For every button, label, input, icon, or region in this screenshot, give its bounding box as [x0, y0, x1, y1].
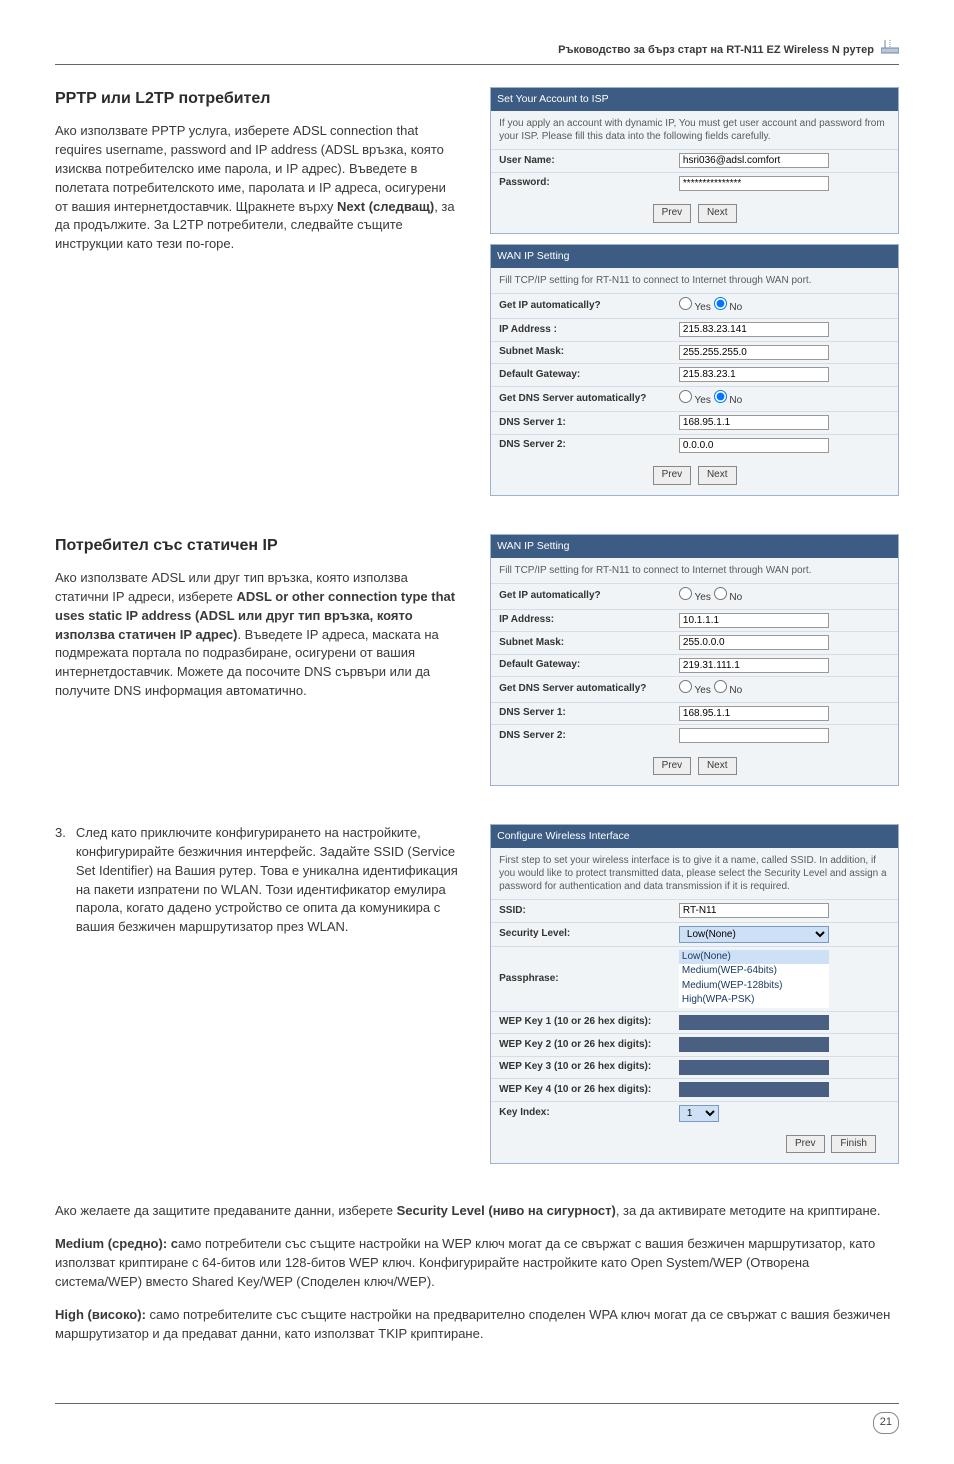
wan1-getip-no[interactable] — [714, 297, 727, 310]
wifi-ki-label: Key Index: — [499, 1106, 679, 1121]
wan2-gw-input[interactable] — [679, 658, 829, 673]
wan2-ip-input[interactable] — [679, 613, 829, 628]
router-icon — [881, 40, 899, 60]
wan2-dns1-label: DNS Server 1: — [499, 706, 679, 721]
wan1-dns1-input[interactable] — [679, 415, 829, 430]
wifi-w2-input[interactable] — [679, 1037, 829, 1052]
wan2-dns2-label: DNS Server 2: — [499, 729, 679, 744]
wan2-ip-label: IP Address: — [499, 613, 679, 628]
wifi-w1-input[interactable] — [679, 1015, 829, 1030]
wifi-desc: First step to set your wireless interfac… — [491, 848, 898, 899]
wifi-ki-select[interactable]: 1 — [679, 1105, 719, 1122]
wan2-mask-input[interactable] — [679, 635, 829, 650]
wan2-getip-label: Get IP automatically? — [499, 589, 679, 604]
wifi-ssid-label: SSID: — [499, 904, 679, 919]
wan1-getdns-label: Get DNS Server automatically? — [499, 392, 679, 407]
wan1-prev-button[interactable]: Prev — [653, 466, 692, 485]
isp-user-input[interactable] — [679, 153, 829, 168]
page-footer: 21 — [55, 1403, 899, 1434]
wifi-w2-label: WEP Key 2 (10 or 26 hex digits): — [499, 1038, 679, 1053]
wifi-w3-input[interactable] — [679, 1060, 829, 1075]
wan1-title: WAN IP Setting — [491, 245, 898, 268]
wifi-w4-input[interactable] — [679, 1082, 829, 1097]
wan1-ip-input[interactable] — [679, 322, 829, 337]
wifi-sec-label: Security Level: — [499, 927, 679, 942]
wifi-w1-label: WEP Key 1 (10 or 26 hex digits): — [499, 1015, 679, 1030]
wan2-getip-yes[interactable] — [679, 587, 692, 600]
wan2-gw-label: Default Gateway: — [499, 658, 679, 673]
header-title: Ръководство за бърз старт на RT-N11 EZ W… — [558, 44, 874, 56]
wan2-prev-button[interactable]: Prev — [653, 757, 692, 776]
wan1-gw-input[interactable] — [679, 367, 829, 382]
wifi-pass-label: Passphrase: — [499, 972, 679, 987]
wan2-desc: Fill TCP/IP setting for RT-N11 to connec… — [491, 558, 898, 583]
wifi-finish-button[interactable]: Finish — [831, 1135, 876, 1154]
wan1-getip-label: Get IP automatically? — [499, 299, 679, 314]
panel-isp: Set Your Account to ISP If you apply an … — [490, 87, 899, 234]
wan2-mask-label: Subnet Mask: — [499, 636, 679, 651]
panel-wifi: Configure Wireless Interface First step … — [490, 824, 899, 1164]
wan2-getip-no[interactable] — [714, 587, 727, 600]
wifi-title: Configure Wireless Interface — [491, 825, 898, 848]
section1-body: Ако използвате PPTP услуга, изберете ADS… — [55, 122, 460, 254]
wan1-dns1-label: DNS Server 1: — [499, 416, 679, 431]
wan2-getdns-no[interactable] — [714, 680, 727, 693]
wan2-getdns-yes[interactable] — [679, 680, 692, 693]
wifi-prev-button[interactable]: Prev — [786, 1135, 825, 1154]
wan1-dns2-input[interactable] — [679, 438, 829, 453]
panel-isp-title: Set Your Account to ISP — [491, 88, 898, 111]
wifi-sec-opt-low[interactable]: Low(None) — [679, 950, 829, 965]
wan1-next-button[interactable]: Next — [698, 466, 737, 485]
isp-next-button[interactable]: Next — [698, 204, 737, 223]
step3-num: 3. — [55, 824, 66, 937]
wifi-ssid-input[interactable] — [679, 903, 829, 918]
step3-text: След като приключите конфигурирането на … — [76, 824, 460, 937]
step3-item: 3. След като приключите конфигурирането … — [55, 824, 460, 937]
wan1-mask-label: Subnet Mask: — [499, 345, 679, 360]
wan2-title: WAN IP Setting — [491, 535, 898, 558]
wan1-mask-input[interactable] — [679, 345, 829, 360]
wifi-sec-select[interactable]: Low(None) — [679, 926, 829, 943]
wan2-getdns-label: Get DNS Server automatically? — [499, 682, 679, 697]
wan1-dns2-label: DNS Server 2: — [499, 438, 679, 453]
wan2-dns1-input[interactable] — [679, 706, 829, 721]
wan1-gw-label: Default Gateway: — [499, 368, 679, 383]
isp-pass-input[interactable] — [679, 176, 829, 191]
page-header: Ръководство за бърз старт на RT-N11 EZ W… — [55, 40, 899, 65]
wifi-w4-label: WEP Key 4 (10 or 26 hex digits): — [499, 1083, 679, 1098]
section2-heading: Потребител със статичен IP — [55, 534, 460, 557]
wan1-desc: Fill TCP/IP setting for RT-N11 to connec… — [491, 268, 898, 293]
wan2-dns2-input[interactable] — [679, 728, 829, 743]
wan2-next-button[interactable]: Next — [698, 757, 737, 776]
wan1-getdns-no[interactable] — [714, 390, 727, 403]
isp-prev-button[interactable]: Prev — [653, 204, 692, 223]
page-number: 21 — [873, 1412, 899, 1434]
wan1-getdns-yes[interactable] — [679, 390, 692, 403]
section2-body: Ако използвате ADSL или друг тип връзка,… — [55, 569, 460, 701]
wifi-sec-opt-med128[interactable]: Medium(WEP-128bits) — [679, 979, 829, 994]
isp-user-label: User Name: — [499, 154, 679, 169]
panel-wan2: WAN IP Setting Fill TCP/IP setting for R… — [490, 534, 899, 786]
section1-heading: PPTP или L2TP потребител — [55, 87, 460, 110]
bottom-text: Ако желаете да защитите предаваните данн… — [55, 1202, 899, 1343]
wifi-w3-label: WEP Key 3 (10 or 26 hex digits): — [499, 1060, 679, 1075]
panel-isp-desc: If you apply an account with dynamic IP,… — [491, 111, 898, 149]
wifi-sec-opt-high[interactable]: High(WPA-PSK) — [679, 993, 829, 1008]
isp-pass-label: Password: — [499, 176, 679, 191]
wifi-sec-opt-med64[interactable]: Medium(WEP-64bits) — [679, 964, 829, 979]
wan1-getip-yes[interactable] — [679, 297, 692, 310]
wifi-sec-options: Low(None) Medium(WEP-64bits) Medium(WEP-… — [679, 950, 890, 1008]
panel-wan1: WAN IP Setting Fill TCP/IP setting for R… — [490, 244, 899, 496]
wan1-ip-label: IP Address : — [499, 323, 679, 338]
